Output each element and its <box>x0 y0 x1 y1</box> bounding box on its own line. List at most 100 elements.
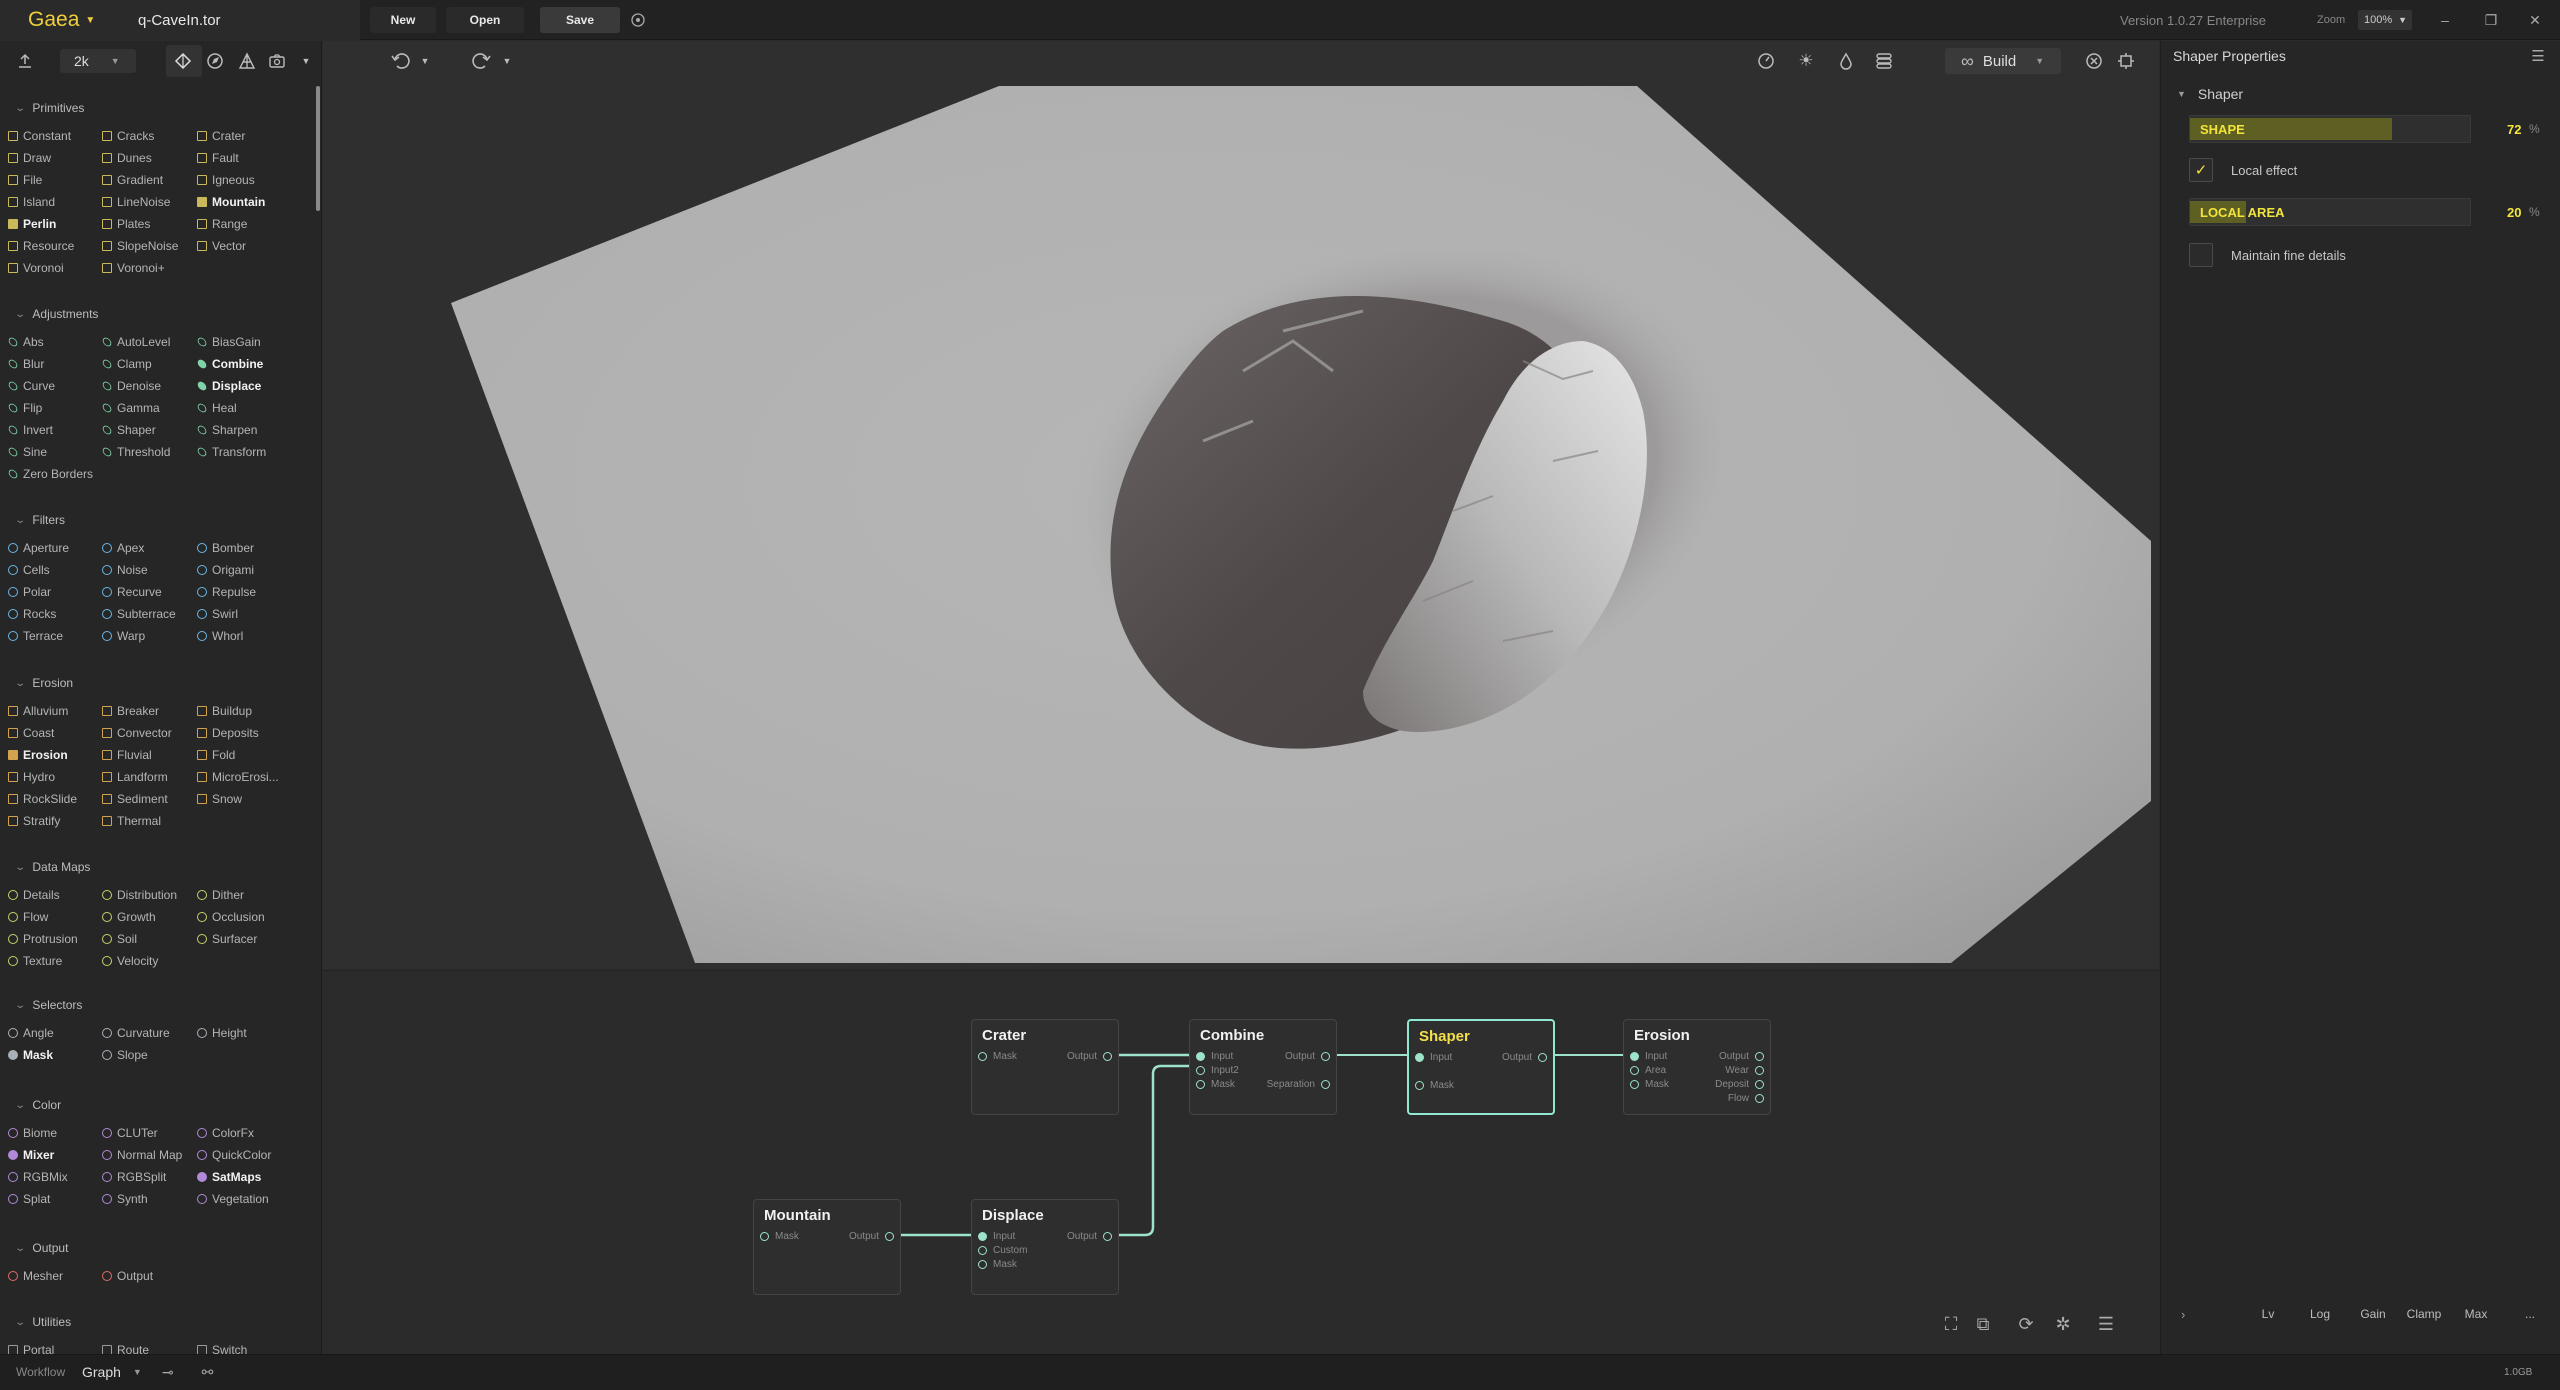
local-area-slider[interactable]: LOCAL AREA <box>2189 198 2471 226</box>
output-port[interactable]: Output <box>849 1229 894 1243</box>
section-header-primitives[interactable]: ⌄ Primitives <box>0 98 84 118</box>
node-item-clamp[interactable]: Clamp <box>100 355 152 373</box>
input-port[interactable]: Custom <box>978 1243 1027 1257</box>
input-port[interactable]: Mask <box>978 1257 1017 1271</box>
new-button[interactable]: New <box>370 7 436 33</box>
node-item-sharpen[interactable]: Sharpen <box>195 421 257 439</box>
export-icon[interactable] <box>14 50 36 72</box>
shape-value[interactable]: 72 <box>2507 115 2521 143</box>
graph-node-crater[interactable]: Crater Mask Output <box>971 1019 1119 1115</box>
node-item-velocity[interactable]: Velocity <box>102 952 158 970</box>
node-graph[interactable]: Crater Mask Output Combine Input Input2 Mask Ou… <box>323 970 2159 1354</box>
node-item-slope[interactable]: Slope <box>102 1046 148 1064</box>
input-port[interactable]: Input <box>1415 1050 1452 1064</box>
node-item-rgbmix[interactable]: RGBMix <box>8 1168 68 1186</box>
node-item-route[interactable]: Route <box>102 1341 149 1354</box>
node-item-curvature[interactable]: Curvature <box>102 1024 170 1042</box>
input-port[interactable]: Mask <box>978 1049 1017 1063</box>
node-item-distribution[interactable]: Distribution <box>102 886 177 904</box>
open-button[interactable]: Open <box>446 7 524 33</box>
output-port[interactable]: Flow <box>1728 1091 1764 1105</box>
node-item-fold[interactable]: Fold <box>197 746 235 764</box>
node-item-recurve[interactable]: Recurve <box>102 583 162 601</box>
file-name[interactable]: q-CaveIn.tor <box>110 0 360 40</box>
node-item-draw[interactable]: Draw <box>8 149 51 167</box>
node-item-deposits[interactable]: Deposits <box>197 724 259 742</box>
zoom-select[interactable]: 100% ▼ <box>2358 10 2412 30</box>
node-item-perlin[interactable]: Perlin <box>8 215 56 233</box>
camera-icon[interactable] <box>266 50 288 72</box>
frame-all-icon[interactable]: ⛶ <box>1938 1311 1964 1337</box>
node-item-buildup[interactable]: Buildup <box>197 702 252 720</box>
node-item-fault[interactable]: Fault <box>197 149 239 167</box>
node-item-island[interactable]: Island <box>8 193 55 211</box>
section-header-selectors[interactable]: ⌄ Selectors <box>0 995 82 1015</box>
terrain-icon[interactable] <box>172 50 194 72</box>
section-header-data-maps[interactable]: ⌄ Data Maps <box>0 857 90 877</box>
chevron-down-icon[interactable]: ▼ <box>298 50 314 72</box>
node-item-linenoise[interactable]: LineNoise <box>102 193 170 211</box>
node-item-details[interactable]: Details <box>8 886 60 904</box>
node-item-dither[interactable]: Dither <box>197 886 244 904</box>
node-item-colorfx[interactable]: ColorFx <box>197 1124 254 1142</box>
section-header-erosion[interactable]: ⌄ Erosion <box>0 673 73 693</box>
chevron-right-icon[interactable]: › <box>2181 1303 2185 1325</box>
output-port[interactable]: Wear <box>1725 1063 1764 1077</box>
node-item-curve[interactable]: Curve <box>6 377 55 395</box>
node-item-normal-map[interactable]: Normal Map <box>102 1146 182 1164</box>
node-item-biasgain[interactable]: BiasGain <box>195 333 261 351</box>
node-item-texture[interactable]: Texture <box>8 952 62 970</box>
local-area-value[interactable]: 20 <box>2507 198 2521 226</box>
node-item-swirl[interactable]: Swirl <box>197 605 238 623</box>
node-item-satmaps[interactable]: SatMaps <box>197 1168 261 1186</box>
node-item-biome[interactable]: Biome <box>8 1124 57 1142</box>
node-item-height[interactable]: Height <box>197 1024 247 1042</box>
node-item-angle[interactable]: Angle <box>8 1024 54 1042</box>
node-item-splat[interactable]: Splat <box>8 1190 50 1208</box>
node-item-switch[interactable]: Switch <box>197 1341 247 1354</box>
section-header-output[interactable]: ⌄ Output <box>0 1238 68 1258</box>
local-effect-checkbox[interactable]: ✓ <box>2189 158 2213 182</box>
node-item-transform[interactable]: Transform <box>195 443 266 461</box>
graph-node-erosion[interactable]: Erosion Input Area Mask Output Wear Deposit Flo… <box>1623 1019 1771 1115</box>
node-item-plates[interactable]: Plates <box>102 215 150 233</box>
node-item-cells[interactable]: Cells <box>8 561 50 579</box>
node-item-convector[interactable]: Convector <box>102 724 172 742</box>
shaper-section-header[interactable]: ▼ Shaper <box>2177 84 2243 104</box>
mesh-icon[interactable] <box>236 50 258 72</box>
menu-icon[interactable]: ☰ <box>2527 46 2549 66</box>
node-item-fluvial[interactable]: Fluvial <box>102 746 152 764</box>
more-options-button[interactable]: ... <box>2515 1303 2545 1325</box>
stop-icon[interactable] <box>2081 49 2107 73</box>
node-item-output[interactable]: Output <box>102 1267 153 1285</box>
output-port[interactable]: Output <box>1502 1050 1547 1064</box>
gauge-icon[interactable] <box>1753 49 1779 73</box>
node-item-erosion[interactable]: Erosion <box>8 746 68 764</box>
section-header-adjustments[interactable]: ⌄ Adjustments <box>0 304 98 324</box>
node-item-subterrace[interactable]: Subterrace <box>102 605 176 623</box>
section-header-utilities[interactable]: ⌄ Utilities <box>0 1312 71 1332</box>
shape-slider[interactable]: SHAPE <box>2189 115 2471 143</box>
output-port[interactable]: Output <box>1067 1049 1112 1063</box>
node-item-heal[interactable]: Heal <box>195 399 237 417</box>
input-port[interactable]: Mask <box>760 1229 799 1243</box>
curve-tab-lv[interactable]: Lv <box>2245 1303 2291 1325</box>
node-item-igneous[interactable]: Igneous <box>197 171 255 189</box>
restore-icon[interactable]: ❐ <box>2480 10 2502 30</box>
save-button[interactable]: Save <box>540 7 620 33</box>
node-item-thermal[interactable]: Thermal <box>102 812 161 830</box>
graph-node-mountain[interactable]: Mountain Mask Output <box>753 1199 901 1295</box>
duplicate-icon[interactable]: ⧉ <box>1970 1311 1996 1337</box>
pin-icon[interactable]: ⊸ <box>162 1364 174 1381</box>
node-item-vegetation[interactable]: Vegetation <box>197 1190 269 1208</box>
minimize-icon[interactable]: – <box>2434 10 2456 30</box>
compass-icon[interactable] <box>204 50 226 72</box>
auto-layout-icon[interactable]: ✲ <box>2050 1311 2076 1337</box>
graph-node-displace[interactable]: Displace Input Custom Mask Output <box>971 1199 1119 1295</box>
workflow-select[interactable]: Graph ▼ ⊸ ⚯ <box>82 1354 213 1390</box>
sun-icon[interactable]: ☀ <box>1793 49 1819 73</box>
nodes-icon[interactable]: ⚯ <box>202 1364 214 1381</box>
node-item-stratify[interactable]: Stratify <box>8 812 60 830</box>
node-item-occlusion[interactable]: Occlusion <box>197 908 265 926</box>
node-item-range[interactable]: Range <box>197 215 247 233</box>
